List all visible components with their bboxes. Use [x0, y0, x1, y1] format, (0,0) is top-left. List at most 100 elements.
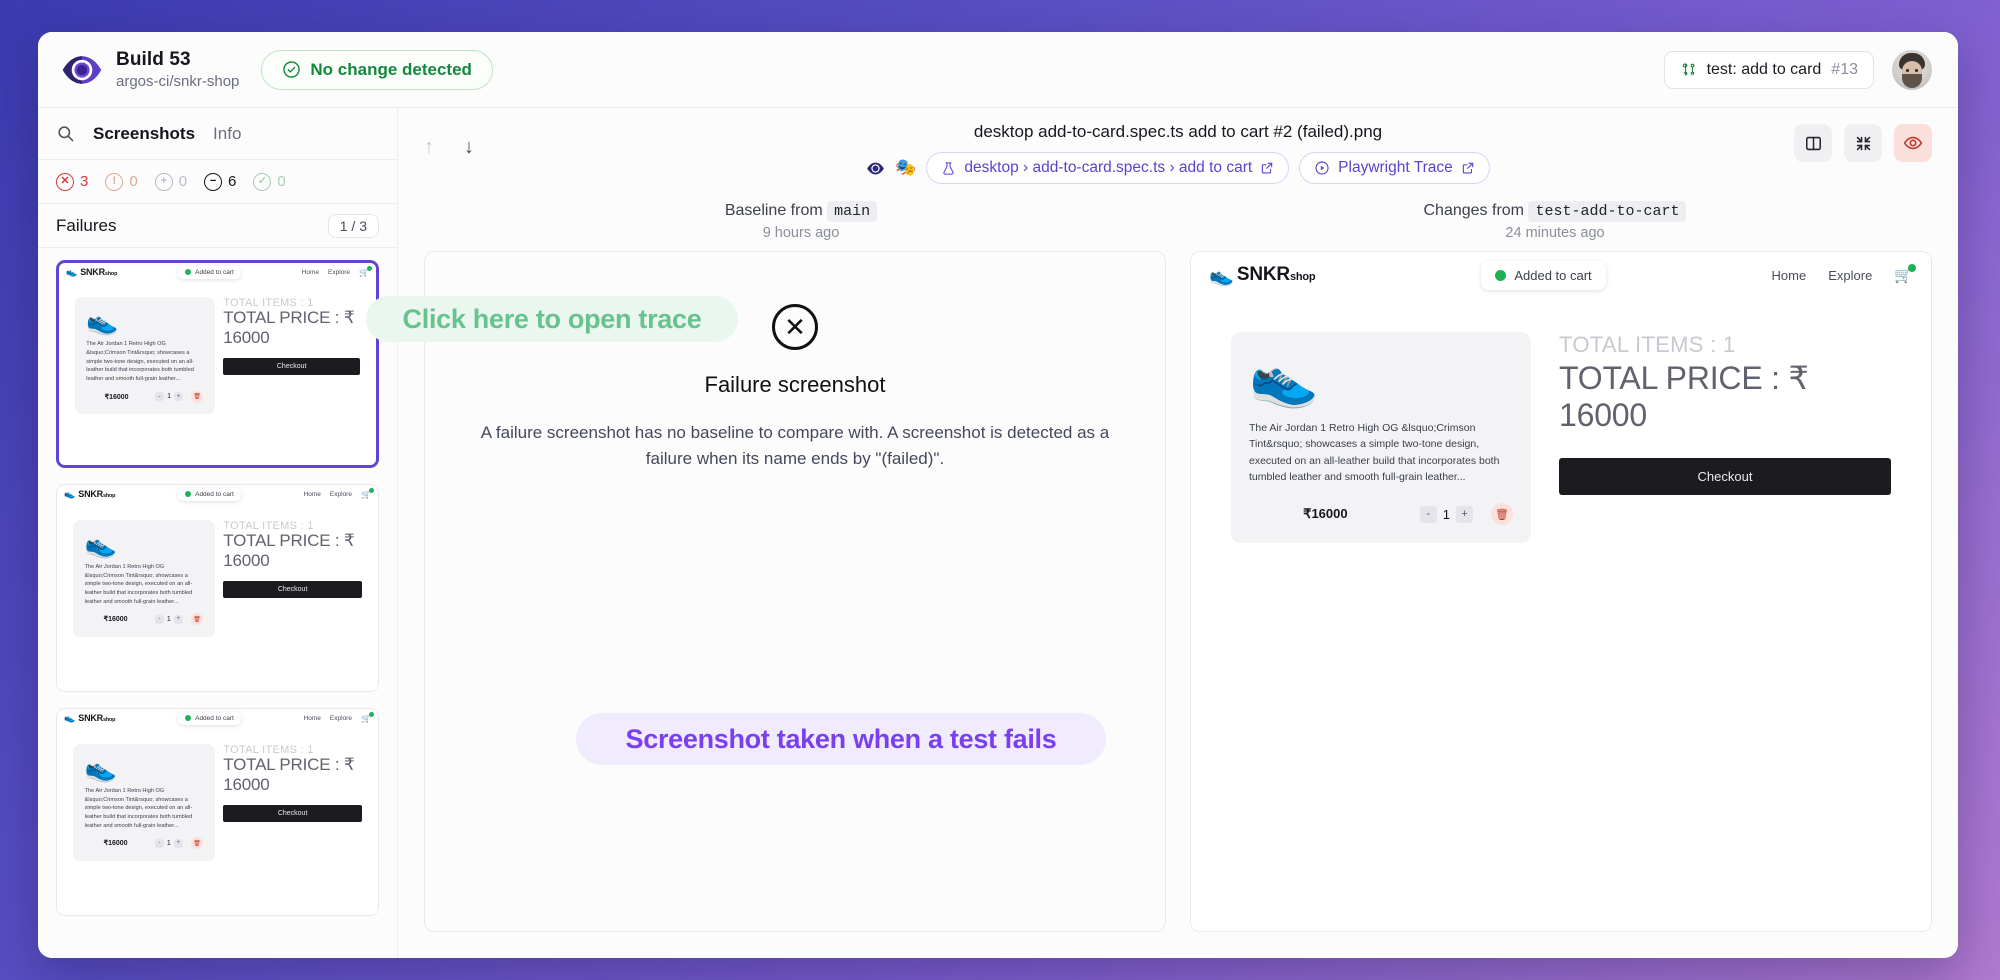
shopping-cart-icon: 🛒 — [359, 265, 373, 277]
quantity-stepper[interactable]: - 1 + — [1419, 505, 1473, 523]
checkout-button: Checkout — [223, 804, 362, 822]
stat-approved-value: 0 — [277, 173, 286, 190]
stat-approved[interactable]: ✓ 0 — [253, 172, 286, 191]
green-dot-icon — [1495, 269, 1507, 281]
baseline-branch: main — [827, 201, 878, 222]
breadcrumb-row: 🎭 desktop › add-to-card.spec.ts › add to… — [424, 152, 1932, 184]
failure-thumbnail-3[interactable]: 👟 SNKRshop Added to cart Home Explore 🛒 — [56, 708, 379, 916]
collapse-arrows-icon — [1856, 136, 1870, 150]
qty-minus-button[interactable]: - — [1419, 505, 1437, 523]
thumb-snkr-page-2: 👟 SNKRshop Added to cart Home Explore 🛒 — [57, 485, 378, 691]
warning-circle-icon: ! — [105, 172, 124, 191]
tab-screenshots[interactable]: Screenshots — [93, 124, 195, 144]
changes-prefix: Changes from — [1423, 202, 1525, 219]
changes-header: Changes from test-add-to-cart 24 minutes… — [1178, 201, 1932, 241]
pull-request-badge[interactable]: test: add to card #13 — [1663, 50, 1874, 89]
stat-warning[interactable]: ! 0 — [105, 172, 138, 191]
pull-request-title: test: add to card — [1706, 60, 1822, 78]
sneaker-icon: 👟 — [1209, 264, 1234, 287]
trash-icon[interactable]: 🗑 — [1491, 503, 1513, 526]
snkr-page-large: 👟 SNKRshop Added to cart Home Explore 🛒 — [1191, 252, 1931, 931]
air-jordan-sneaker-icon: 👟 — [84, 753, 117, 784]
x-circle-icon: ✕ — [772, 304, 818, 350]
sidebar-tabs: Screenshots Info — [38, 108, 397, 160]
thumb-nav-1: Home Explore 🛒 — [302, 265, 373, 277]
snkr-main-large: 👟 The Air Jordan 1 Retro High OG &lsquo;… — [1191, 298, 1931, 544]
baseline-time: 9 hours ago — [762, 225, 840, 241]
failures-section-header: Failures 1 / 3 — [38, 204, 397, 248]
split-view-button[interactable] — [1794, 124, 1832, 162]
checkout-button[interactable]: Checkout — [1559, 458, 1891, 495]
failure-thumbnail-2[interactable]: 👟 SNKRshop Added to cart Home Explore 🛒 — [56, 484, 379, 692]
argos-eye-logo-icon[interactable] — [60, 48, 104, 92]
status-badge: No change detected — [261, 49, 493, 90]
stat-added[interactable]: + 0 — [154, 172, 188, 191]
avatar-beard — [1902, 73, 1922, 88]
stats-row: ✕ 3 ! 0 + 0 − 6 ✓ 0 — [38, 160, 397, 204]
breadcrumb-label: desktop › add-to-card.spec.ts › add to c… — [964, 159, 1253, 176]
sneaker-icon: 👟 — [64, 712, 76, 723]
toggle-overlay-button[interactable] — [1894, 124, 1932, 162]
quantity-stepper: -1 + — [154, 614, 183, 624]
stat-unchanged-value: 6 — [228, 173, 237, 190]
nav-home[interactable]: Home — [1772, 268, 1807, 283]
shopping-cart-icon[interactable]: 🛒 — [1894, 264, 1916, 284]
thumb-main-1: 👟 The Air Jordan 1 Retro High OG &lsquo;… — [59, 281, 376, 415]
external-link-icon — [1462, 162, 1473, 174]
thumb-toast-1: Added to cart — [178, 265, 241, 279]
play-circle-icon — [1315, 161, 1329, 175]
failure-thumbnail-1[interactable]: 👟 SNKRshop Added to cart Home Explore 🛒 — [56, 260, 379, 468]
shopping-cart-icon: 🛒 — [361, 711, 374, 723]
arrow-up-icon[interactable]: ↑ — [424, 136, 434, 159]
thumb-snkr-page-3: 👟 SNKRshop Added to cart Home Explore 🛒 — [57, 709, 378, 915]
annotation-screenshot-fails: Screenshot taken when a test fails — [576, 713, 1106, 765]
user-avatar[interactable] — [1892, 49, 1932, 90]
shopping-cart-icon: 🛒 — [361, 487, 374, 499]
flask-icon — [943, 161, 955, 175]
topbar: Build 53 argos-ci/snkr-shop No change de… — [38, 32, 1958, 108]
column-headers: Baseline from main 9 hours ago Changes f… — [398, 194, 1958, 241]
green-dot-icon — [185, 491, 192, 498]
avatar-eye-left — [1906, 68, 1909, 72]
thumbnail-list[interactable]: 👟 SNKRshop Added to cart Home Explore 🛒 — [38, 248, 397, 958]
pull-request-number: #13 — [1831, 60, 1858, 78]
failure-message: ✕ Failure screenshot A failure screensho… — [475, 252, 1115, 473]
air-jordan-sneaker-icon: 👟 — [1249, 346, 1319, 409]
unchanged-minus-circle-icon: − — [204, 172, 223, 191]
screenshot-nav-arrows: ↑ ↓ — [424, 136, 474, 159]
fit-view-button[interactable] — [1844, 124, 1882, 162]
playwright-trace-label: Playwright Trace — [1338, 159, 1453, 176]
approved-check-circle-icon: ✓ — [253, 172, 272, 191]
total-price: TOTAL PRICE : ₹ 16000 — [1559, 360, 1809, 433]
argos-eye-small-icon[interactable] — [866, 159, 885, 178]
green-dot-icon — [185, 269, 192, 276]
snkr-top-large: 👟 SNKRshop Added to cart Home Explore 🛒 — [1191, 252, 1931, 298]
git-pull-request-icon — [1682, 63, 1694, 76]
sneaker-icon: 👟 — [64, 488, 76, 499]
stat-added-value: 0 — [178, 173, 188, 190]
theater-masks-icon[interactable]: 🎭 — [895, 158, 916, 178]
playwright-trace-button[interactable]: Playwright Trace — [1299, 152, 1490, 184]
nav-explore[interactable]: Explore — [1828, 268, 1872, 283]
qty-plus-button[interactable]: + — [1456, 505, 1473, 523]
baseline-header: Baseline from main 9 hours ago — [424, 201, 1178, 241]
total-items: TOTAL ITEMS : 1 — [1559, 332, 1736, 357]
arrow-down-icon[interactable]: ↓ — [464, 136, 474, 159]
screenshot-filename: desktop add-to-card.spec.ts add to cart … — [973, 122, 1383, 141]
baseline-prefix: Baseline from — [724, 202, 823, 219]
thumb-snkr-page-1: 👟 SNKRshop Added to cart Home Explore 🛒 — [59, 263, 376, 465]
tab-info[interactable]: Info — [213, 124, 241, 144]
breadcrumb[interactable]: desktop › add-to-card.spec.ts › add to c… — [926, 152, 1290, 184]
qty-value: 1 — [1442, 506, 1450, 522]
search-icon[interactable] — [56, 124, 75, 143]
stat-failure[interactable]: ✕ 3 — [56, 172, 89, 191]
main-header: ↑ ↓ desktop add-to-card.spec.ts add to c… — [398, 108, 1958, 194]
green-dot-icon — [185, 715, 192, 722]
changes-time: 24 minutes ago — [1505, 225, 1605, 241]
stat-failure-value: 3 — [80, 173, 89, 190]
avatar-eye-right — [1915, 68, 1918, 72]
snkr-brand-large[interactable]: 👟 SNKRshop — [1209, 263, 1316, 288]
quantity-stepper: -1 + — [155, 392, 184, 402]
thumb-snkr-top-1: 👟 SNKRshop Added to cart Home Explore 🛒 — [59, 263, 376, 281]
stat-unchanged[interactable]: − 6 — [204, 172, 237, 191]
